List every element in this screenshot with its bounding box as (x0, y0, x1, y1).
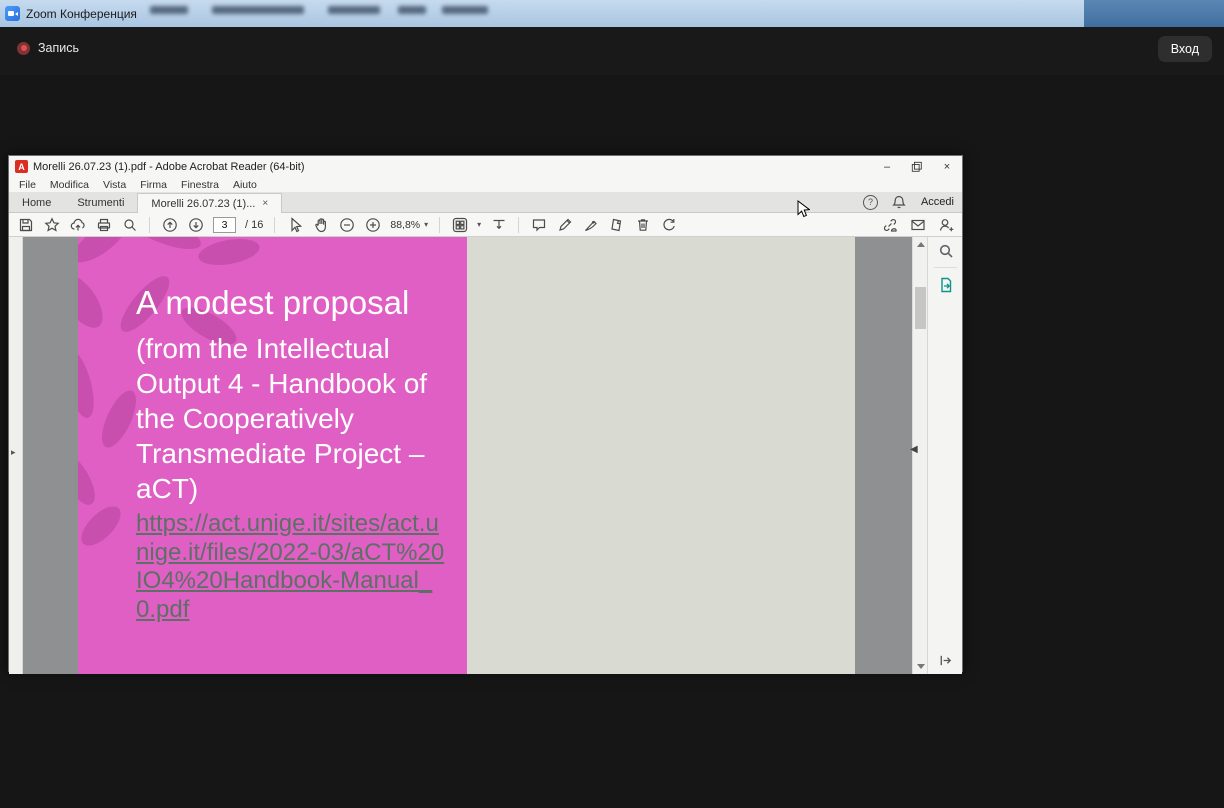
minimize-button[interactable]: – (872, 156, 902, 177)
panel-collapse-icon[interactable]: ◀ (910, 444, 918, 455)
menu-aiuto[interactable]: Aiuto (233, 179, 257, 191)
save-icon[interactable] (17, 216, 34, 233)
tab-tools[interactable]: Strumenti (64, 193, 137, 212)
acrobat-menubar: File Modifica Vista Firma Finestra Aiuto (9, 177, 962, 192)
scroll-down-icon[interactable] (917, 664, 925, 669)
meeting-toolbar: Запись Вход (0, 27, 1224, 75)
acrobat-toolbar: 3 / 16 88,8% ▾ ▾ (9, 213, 962, 237)
pdf-page-left: A modest proposal (from the Intellectual… (78, 237, 467, 674)
acrobat-titlebar[interactable]: A Morelli 26.07.23 (1).pdf - Adobe Acrob… (9, 156, 962, 177)
window-title: Zoom Конференция (26, 7, 137, 21)
link-share-icon[interactable] (881, 216, 898, 233)
zoom-app-icon (5, 6, 20, 21)
document-area: ▸ A modest proposal ( (9, 237, 962, 674)
menu-vista[interactable]: Vista (103, 179, 126, 191)
help-icon[interactable]: ? (863, 195, 878, 210)
close-button[interactable]: × (932, 156, 962, 177)
slide-title: A modest proposal (136, 284, 448, 322)
notifications-bell-icon[interactable] (891, 194, 908, 211)
trash-icon[interactable] (634, 216, 651, 233)
header-ruler-icon[interactable] (490, 216, 507, 233)
comment-icon[interactable] (530, 216, 547, 233)
select-tool-icon[interactable] (286, 216, 303, 233)
chevron-down-icon[interactable]: ▾ (477, 220, 481, 229)
tools-panel (927, 237, 962, 674)
slide-subtitle: (from the Intellectual Output 4 - Handbo… (136, 331, 448, 506)
window-controls: – × (872, 156, 962, 177)
pdf-body-paragraph (467, 257, 855, 270)
desktop: Zoom Конференция Запись Вход A Morelli 2… (0, 0, 1224, 808)
next-page-icon[interactable] (187, 216, 204, 233)
rotate-icon[interactable] (660, 216, 677, 233)
profile-add-icon[interactable] (937, 216, 954, 233)
signature-pen-icon[interactable] (582, 216, 599, 233)
restore-button[interactable] (902, 156, 932, 177)
acrobat-app-icon: A (15, 160, 28, 173)
page-total-label: / 16 (245, 219, 263, 231)
acrobat-window-title: Morelli 26.07.23 (1).pdf - Adobe Acrobat… (33, 161, 304, 173)
previous-page-icon[interactable] (161, 216, 178, 233)
scrollbar-thumb[interactable] (915, 287, 926, 329)
menu-firma[interactable]: Firma (140, 179, 167, 191)
hand-tool-icon[interactable] (312, 216, 329, 233)
search-tools-icon[interactable] (928, 237, 962, 264)
zoom-out-icon[interactable] (338, 216, 355, 233)
menu-finestra[interactable]: Finestra (181, 179, 219, 191)
star-favorite-icon[interactable] (43, 216, 60, 233)
accedi-signin-link[interactable]: Accedi (921, 196, 954, 208)
tab-home[interactable]: Home (9, 193, 64, 212)
recording-icon (17, 42, 30, 55)
pencil-icon[interactable] (556, 216, 573, 233)
search-icon[interactable] (121, 216, 138, 233)
recording-indicator: Запись (17, 41, 79, 55)
pdf-page-right (467, 237, 855, 674)
zoom-level-dropdown[interactable]: 88,8% ▾ (390, 219, 428, 231)
page-display-options-icon[interactable] (451, 216, 468, 233)
nav-pane-expand-icon[interactable]: ▸ (11, 447, 16, 458)
zoom-in-icon[interactable] (364, 216, 381, 233)
titlebar-right-block (1084, 0, 1224, 28)
signin-button[interactable]: Вход (1158, 36, 1212, 62)
print-icon[interactable] (95, 216, 112, 233)
page-number-input[interactable]: 3 (213, 217, 236, 233)
chevron-down-icon: ▾ (424, 220, 428, 229)
scroll-up-icon[interactable] (917, 242, 925, 247)
navigation-pane-strip: ▸ (9, 237, 23, 674)
tab-close-icon[interactable]: × (262, 198, 268, 209)
zoom-level-value: 88,8% (390, 219, 420, 231)
share-cloud-icon[interactable] (69, 216, 86, 233)
export-pdf-icon[interactable] (928, 271, 962, 298)
tools-panel-divider (934, 267, 957, 268)
slide-link[interactable]: https://act.unige.it/sites/act.unige.it/… (136, 510, 448, 624)
email-icon[interactable] (909, 216, 926, 233)
menu-modifica[interactable]: Modifica (50, 179, 89, 191)
menu-file[interactable]: File (19, 179, 36, 191)
mouse-cursor (797, 200, 810, 219)
tools-panel-expand-icon[interactable] (928, 653, 962, 668)
acrobat-tabbar: Home Strumenti Morelli 26.07.23 (1)... ×… (9, 192, 962, 213)
recording-label: Запись (38, 41, 79, 55)
stamp-icon[interactable] (608, 216, 625, 233)
vertical-scrollbar[interactable] (912, 237, 928, 674)
zoom-window-titlebar[interactable]: Zoom Конференция (0, 0, 1224, 27)
acrobat-window: A Morelli 26.07.23 (1).pdf - Adobe Acrob… (8, 155, 963, 672)
background-menu-blurred (150, 6, 490, 16)
tab-document[interactable]: Morelli 26.07.23 (1)... × (137, 193, 282, 213)
